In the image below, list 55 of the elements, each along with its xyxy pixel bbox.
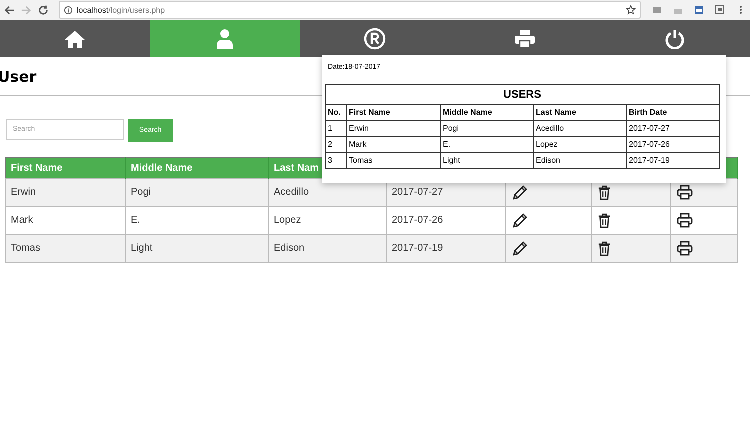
star-icon[interactable]: [626, 5, 636, 15]
user-icon: [217, 28, 233, 48]
extension-icon[interactable]: [715, 5, 725, 15]
pencil-icon[interactable]: [512, 212, 528, 228]
table-cell: Lopez: [534, 136, 626, 152]
power-icon: [665, 28, 685, 48]
home-icon: [65, 30, 85, 48]
trash-icon[interactable]: [598, 240, 611, 256]
table-cell: 1: [326, 120, 346, 136]
column-header: First Name: [346, 104, 440, 120]
back-arrow-icon[interactable]: [4, 4, 15, 16]
table-cell: Edison: [534, 152, 626, 168]
pencil-icon[interactable]: [512, 184, 528, 200]
table-cell: 3: [326, 152, 346, 168]
report-title: USERS: [326, 84, 720, 104]
table-cell: 2017-07-19: [386, 234, 506, 262]
trash-icon[interactable]: [598, 184, 611, 200]
table-cell: 2017-07-26: [386, 206, 506, 234]
table-cell: Light: [126, 234, 268, 262]
column-header: Last Name: [534, 104, 626, 120]
registered-icon: [364, 28, 386, 50]
table-cell: Tomas: [6, 234, 126, 262]
table-cell: Mark: [6, 206, 126, 234]
printer-icon[interactable]: [677, 241, 693, 256]
table-cell: E.: [440, 136, 534, 152]
column-header: Birth Date: [626, 104, 720, 120]
table-cell: Erwin: [6, 178, 126, 206]
table-cell: Erwin: [346, 120, 440, 136]
address-bar[interactable]: localhost/login/users.php: [59, 1, 641, 19]
column-header: First Name: [6, 158, 126, 178]
table-cell: Mark: [346, 136, 440, 152]
reload-icon[interactable]: [38, 4, 49, 16]
printer-icon: [515, 30, 535, 48]
table-cell: 2017-07-27: [626, 120, 720, 136]
column-header: Middle Name: [440, 104, 534, 120]
info-icon: [64, 6, 73, 14]
column-header: No.: [326, 104, 346, 120]
table-cell: Edison: [268, 234, 386, 262]
printer-icon[interactable]: [677, 213, 693, 228]
table-cell: 2017-07-26: [626, 136, 720, 152]
extension-icon[interactable]: [694, 5, 704, 15]
table-cell: Lopez: [268, 206, 386, 234]
table-cell: 2017-07-19: [626, 152, 720, 168]
extension-icon[interactable]: [652, 5, 662, 15]
table-cell: Light: [440, 152, 534, 168]
printer-icon[interactable]: [677, 185, 693, 200]
column-header: Middle Name: [126, 158, 268, 178]
table-cell: E.: [126, 206, 268, 234]
table-cell: Pogi: [440, 120, 534, 136]
table-cell: Tomas: [346, 152, 440, 168]
table-cell: Pogi: [126, 178, 268, 206]
pencil-icon[interactable]: [512, 240, 528, 256]
table-cell: Acedillo: [534, 120, 626, 136]
trash-icon[interactable]: [598, 212, 611, 228]
table-cell: 2: [326, 136, 346, 152]
